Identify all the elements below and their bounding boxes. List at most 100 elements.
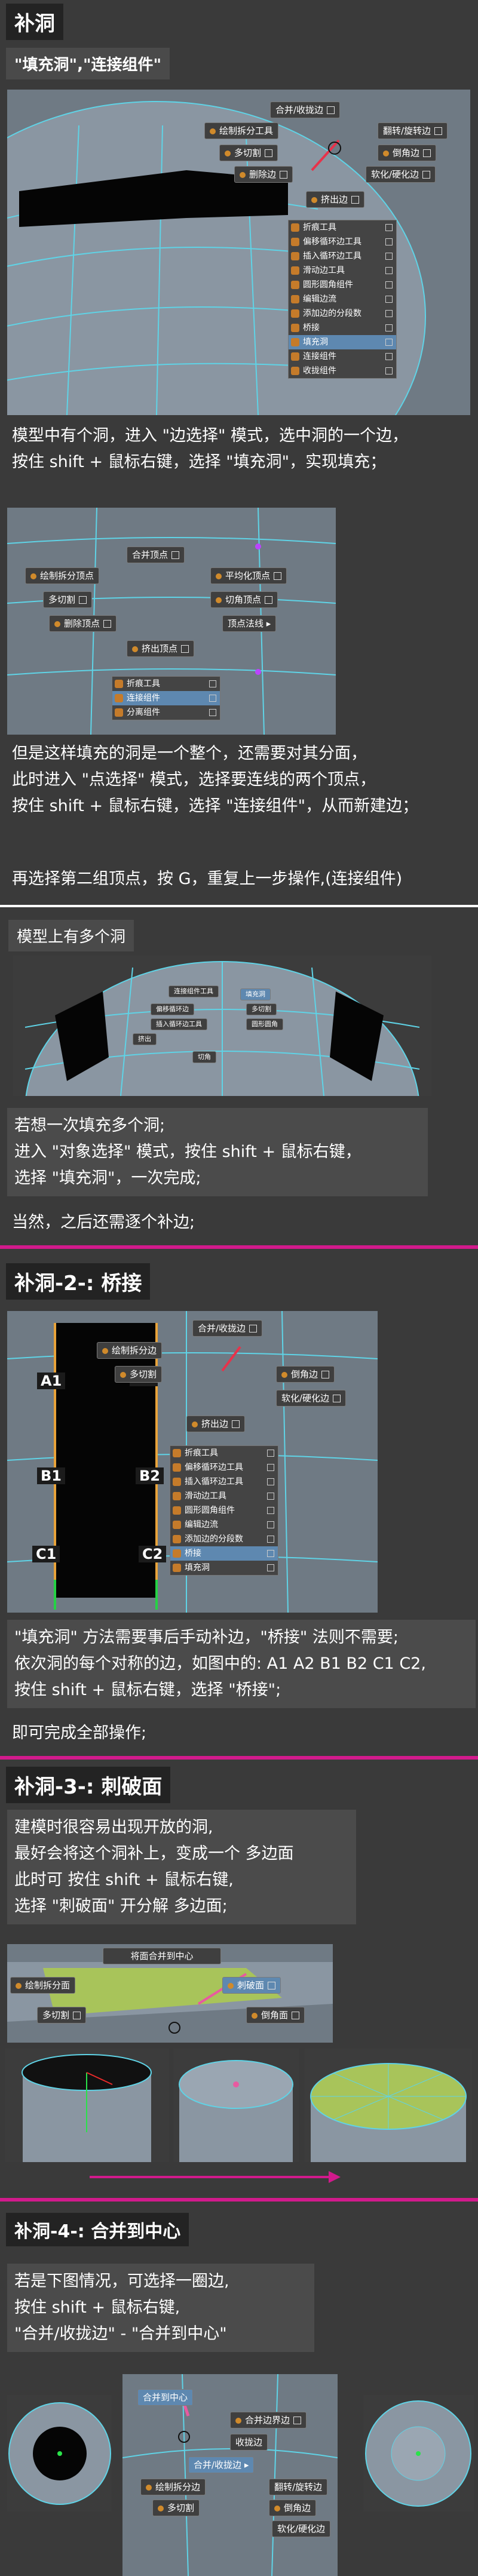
text-line: 此时可 按住 shift + 鼠标右键, bbox=[14, 1871, 234, 1889]
menu-poke-face[interactable]: 刺破面 bbox=[222, 1977, 281, 1994]
menu-multicut[interactable]: 多切割 bbox=[37, 2007, 87, 2024]
menu-average-vertex[interactable]: 平均化顶点 bbox=[210, 567, 287, 584]
menu-draw-split-edge[interactable]: 绘制拆分边 bbox=[140, 2479, 206, 2495]
menu-item[interactable]: 圆形圆角组件 bbox=[289, 278, 396, 292]
menu-item[interactable]: 圆形圆角组件 bbox=[170, 1503, 278, 1518]
menu-item[interactable]: 折痕工具 bbox=[170, 1446, 278, 1460]
menu-item-label: 插入循环边工具 bbox=[185, 1477, 243, 1487]
menu-bevel-edge[interactable]: 倒角边 bbox=[269, 2500, 317, 2516]
section-title-merge-center: 补洞-4-: 合并到中心 bbox=[6, 2213, 189, 2246]
menu-multicut[interactable]: 多切割 bbox=[43, 591, 93, 608]
tool-icon bbox=[291, 223, 299, 232]
menu-bevel-edge[interactable]: 倒角边 bbox=[276, 1366, 335, 1383]
menu-item[interactable]: 多切割 bbox=[246, 1003, 277, 1015]
paragraph-fill-hole: 模型中有个洞，进入 "边选择" 模式，选中洞的一个边， 按住 shift + 鼠… bbox=[12, 423, 408, 475]
menu-label: 切角顶点 bbox=[225, 594, 262, 605]
menu-merge-to-center[interactable]: 合并到中心 bbox=[137, 2389, 194, 2406]
menu-item[interactable]: 折痕工具 bbox=[289, 220, 396, 235]
menu-label: 倒角边 bbox=[291, 1369, 318, 1380]
menu-delete-vertex[interactable]: 删除顶点 bbox=[49, 615, 117, 632]
menu-item[interactable]: 桥接 bbox=[289, 321, 396, 335]
viewport-screenshot-multi-holes: 连接组件工具偏移循环边插入循环边工具挤出 填充洞多切割圆形圆角切角 bbox=[13, 956, 431, 1096]
menu-soften-edge[interactable]: 软化/硬化边 bbox=[276, 1390, 347, 1407]
menu-item[interactable]: 分离组件 bbox=[112, 705, 220, 720]
menu-item[interactable]: 偏移循环边工具 bbox=[289, 235, 396, 249]
menu-vertex-normal[interactable]: 顶点法线 ▸ bbox=[222, 615, 277, 632]
menu-item[interactable]: 填充洞 bbox=[170, 1561, 278, 1575]
tool-icon bbox=[383, 150, 389, 156]
menu-multicut[interactable]: 多切割 bbox=[152, 2500, 200, 2516]
ring-mesh bbox=[365, 2400, 471, 2507]
menu-multicut[interactable]: 多切割 bbox=[115, 1366, 163, 1383]
menu-flip-edge[interactable]: 翻转/旋转边 bbox=[378, 122, 448, 139]
menu-item[interactable]: 圆形圆角 bbox=[246, 1018, 283, 1030]
menu-draw-split-edge[interactable]: 绘制拆分边 bbox=[97, 1342, 163, 1359]
menu-item[interactable]: 折痕工具 bbox=[112, 677, 220, 691]
cylinder-open-thumbnail bbox=[5, 2049, 169, 2162]
option-box-icon bbox=[103, 620, 112, 628]
menu-draw-split-vertex[interactable]: 绘制拆分顶点 bbox=[25, 567, 100, 584]
menu-chamfer-vertex[interactable]: 切角顶点 bbox=[210, 591, 278, 608]
menu-label: 挤出顶点 bbox=[142, 643, 178, 654]
menu-item[interactable]: 连接组件工具 bbox=[168, 985, 219, 997]
paragraph-repeat: 再选择第二组顶点，按 G，重复上一步操作,(连接组件) bbox=[12, 870, 403, 888]
menu-item[interactable]: 编辑边流 bbox=[170, 1518, 278, 1532]
menu-label: 合并到中心 bbox=[143, 2392, 188, 2403]
menu-merge-collapse[interactable]: 合并/收拢边 ▸ bbox=[188, 2457, 255, 2473]
menu-item[interactable]: 挤出 bbox=[133, 1033, 157, 1045]
menu-item[interactable]: 插入循环边工具 bbox=[151, 1018, 207, 1030]
option-box-icon bbox=[385, 253, 393, 260]
menu-item[interactable]: 连接组件 bbox=[112, 691, 220, 705]
option-box-icon bbox=[385, 310, 393, 317]
menu-item[interactable]: 插入循环边工具 bbox=[170, 1475, 278, 1489]
menu-label: 软化/硬化边 bbox=[371, 169, 419, 180]
menu-extrude-vertex[interactable]: 挤出顶点 bbox=[127, 640, 195, 657]
menu-delete-edge[interactable]: 删除边 bbox=[234, 166, 293, 183]
menu-item[interactable]: 切角 bbox=[192, 1051, 216, 1063]
menu-item[interactable]: 滑动边工具 bbox=[170, 1489, 278, 1503]
edge-label-c2: C2 bbox=[139, 1546, 167, 1562]
tool-icon bbox=[252, 2012, 258, 2019]
tool-icon bbox=[173, 1492, 181, 1500]
option-box-icon bbox=[209, 709, 216, 716]
menu-item[interactable]: 编辑边流 bbox=[289, 292, 396, 306]
menu-item[interactable]: 偏移循环边 bbox=[151, 1003, 194, 1015]
edge-label-b2: B2 bbox=[136, 1467, 164, 1484]
option-box-icon bbox=[209, 680, 216, 687]
menu-merge-vertex[interactable]: 合并顶点 bbox=[127, 546, 185, 563]
menu-item[interactable]: 插入循环边工具 bbox=[289, 249, 396, 263]
option-box-icon bbox=[333, 1395, 341, 1402]
menu-item[interactable]: 偏移循环边工具 bbox=[170, 1460, 278, 1475]
menu-merge-to-center[interactable]: 将面合并到中心 bbox=[103, 1948, 221, 1964]
menu-merge-border-edge[interactable]: 合并边界边 bbox=[230, 2412, 307, 2428]
tool-icon bbox=[173, 1564, 181, 1572]
menu-item[interactable]: 填充洞 bbox=[240, 988, 271, 1000]
option-box-icon bbox=[274, 572, 282, 580]
menu-extrude-edge[interactable]: 挤出边 bbox=[306, 191, 365, 208]
menu-flip-edge[interactable]: 翻转/旋转边 bbox=[269, 2479, 328, 2495]
menu-item[interactable]: 添加边的分段数 bbox=[289, 306, 396, 321]
menu-bevel-edge[interactable]: 倒角边 bbox=[378, 145, 437, 161]
menu-item[interactable]: 滑动边工具 bbox=[289, 263, 396, 278]
menu-collapse-edge[interactable]: 收拢边 bbox=[230, 2434, 268, 2451]
menu-item[interactable]: 添加边的分段数 bbox=[170, 1532, 278, 1546]
tool-icon bbox=[291, 309, 299, 318]
menu-draw-split-face[interactable]: 绘制拆分面 bbox=[10, 1977, 76, 1994]
menu-item[interactable]: 连接组件 bbox=[289, 349, 396, 364]
menu-draw-split[interactable]: 绘制拆分工具 bbox=[204, 122, 279, 139]
menu-merge-edge[interactable]: 合并/收拢边 bbox=[270, 102, 341, 118]
menu-merge-edge[interactable]: 合并/收拢边 bbox=[192, 1320, 263, 1337]
menu-item[interactable]: 填充洞 bbox=[289, 335, 396, 349]
menu-soften-edge[interactable]: 软化/硬化边 bbox=[366, 166, 436, 183]
menu-soften-edge[interactable]: 软化/硬化边 bbox=[272, 2520, 331, 2537]
tool-icon bbox=[102, 1347, 108, 1354]
menu-item[interactable]: 收拢组件 bbox=[289, 364, 396, 378]
menu-item[interactable]: 桥接 bbox=[170, 1546, 278, 1561]
option-box-icon bbox=[423, 149, 431, 157]
context-menu-list: 折痕工具 连接组件 分离组件 bbox=[112, 676, 220, 720]
menu-chamfer-face[interactable]: 倒角面 bbox=[246, 2007, 305, 2024]
menu-item-label: 圆形圆角组件 bbox=[185, 1506, 235, 1515]
menu-multicut[interactable]: 多切割 bbox=[219, 145, 278, 161]
menu-extrude-edge[interactable]: 挤出边 bbox=[186, 1416, 246, 1432]
menu-label: 绘制拆分边 bbox=[112, 1345, 157, 1356]
